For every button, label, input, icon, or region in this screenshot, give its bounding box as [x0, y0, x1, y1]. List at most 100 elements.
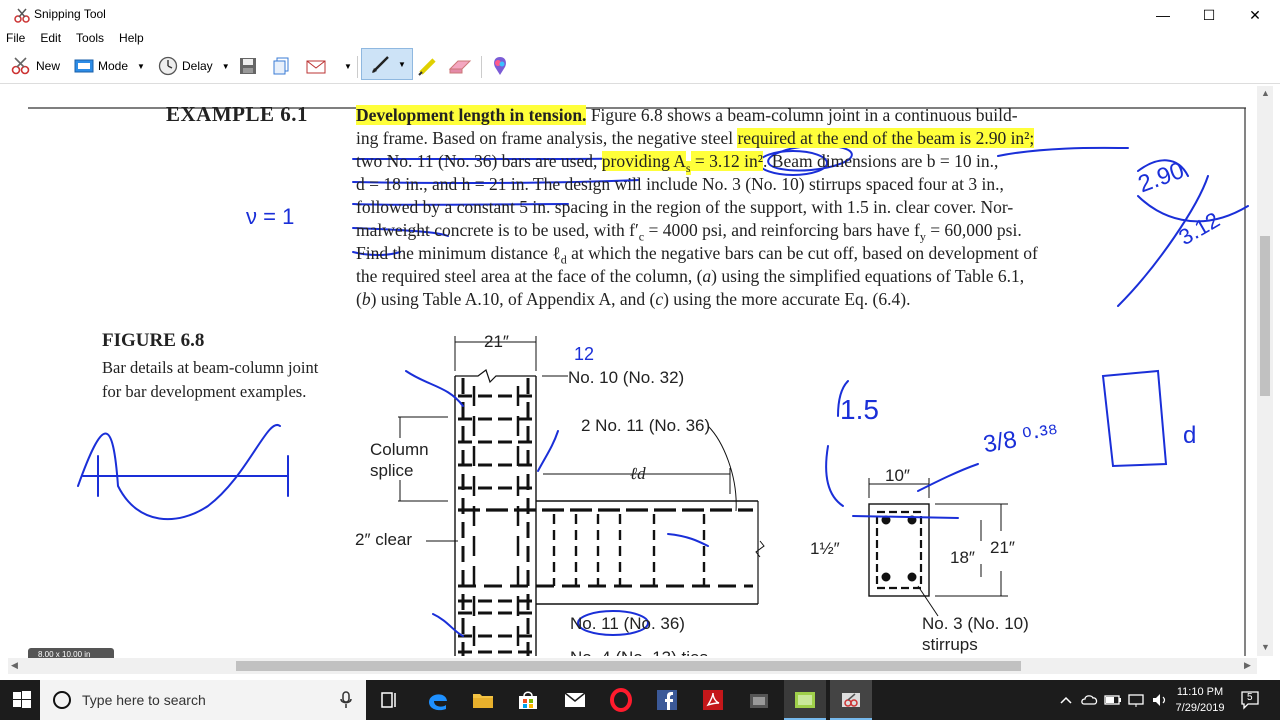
pen-icon [372, 56, 389, 73]
horizontal-scrollbar[interactable]: ◀ ▶ [8, 658, 1257, 674]
scroll-down-icon[interactable]: ▼ [1261, 642, 1270, 652]
clear-cover-label: 2″ clear [355, 530, 413, 549]
toolbar-divider [481, 56, 482, 78]
clock-icon [158, 56, 178, 76]
paragraph-line-2: ing frame. Based on frame analysis, the … [356, 127, 1126, 150]
highlighted-text: = 3.12 in² [690, 151, 764, 171]
chevron-down-icon: ▼ [398, 59, 406, 69]
text-run: Find the minimum distance ℓ [356, 243, 561, 263]
example-heading: Development length in tension. [356, 105, 587, 125]
mode-button[interactable]: Mode ▼ [74, 54, 145, 78]
task-view-icon[interactable] [378, 688, 402, 712]
highlighter-button[interactable] [417, 54, 439, 78]
opera-browser-icon[interactable] [609, 688, 633, 712]
stirrups-label: No. 3 (No. 10) stirrups [922, 614, 1029, 654]
text-run: followed by a constant 5 in. spacing in … [356, 197, 1014, 217]
store-icon[interactable] [516, 688, 540, 712]
copy-button[interactable] [272, 54, 290, 78]
total-depth-label: 21″ [990, 538, 1015, 557]
notification-count: 5 [1247, 692, 1253, 703]
snipping-tool-window: Snipping Tool — ☐ ✕ File Edit Tools Help… [0, 0, 1280, 680]
chevron-up-icon[interactable] [1058, 688, 1074, 712]
text-run: ) using the simplified equations of Tabl… [711, 266, 1025, 286]
delay-label: Delay [182, 59, 213, 73]
battery-icon[interactable] [1103, 688, 1123, 712]
menu-file[interactable]: File [6, 30, 25, 48]
send-snip-button[interactable]: ▼ [305, 54, 352, 78]
column-drawing [454, 369, 537, 656]
scroll-left-icon[interactable]: ◀ [11, 660, 18, 671]
text-run: = 60,000 psi. [925, 220, 1022, 240]
ld-label: ℓd [630, 464, 646, 483]
scroll-right-icon[interactable]: ▶ [1244, 660, 1251, 671]
close-button[interactable]: ✕ [1232, 0, 1278, 30]
microphone-icon[interactable] [340, 691, 352, 709]
column-width-label: 21″ [484, 332, 509, 351]
paragraph-line-9: (b) using Table A.10, of Appendix A, and… [356, 288, 1126, 311]
paragraph-line-1: Development length in tension. Figure 6.… [356, 104, 1126, 127]
windows-start-icon[interactable] [10, 688, 34, 712]
new-snip-button[interactable]: New [10, 54, 60, 78]
network-icon[interactable] [1126, 688, 1146, 712]
menu-bar: File Edit Tools Help [0, 30, 1280, 48]
maximize-button[interactable]: ☐ [1186, 0, 1232, 30]
minimize-button[interactable]: — [1140, 0, 1186, 30]
delay-button[interactable]: Delay ▼ [158, 54, 230, 78]
volume-icon[interactable] [1150, 688, 1170, 712]
top-bars-label: No. 10 (No. 32) [568, 368, 685, 387]
facebook-icon[interactable] [655, 688, 679, 712]
search-placeholder: Type here to search [82, 692, 206, 708]
snip-canvas[interactable]: EXAMPLE 6.1 Development length in tensio… [8, 86, 1256, 656]
pen-button[interactable]: ▼ [361, 48, 413, 80]
file-explorer-icon[interactable] [471, 688, 495, 712]
scissors-app-icon [14, 8, 30, 23]
edge-browser-icon[interactable] [426, 688, 450, 712]
taskbar-clock[interactable]: 11:10 PM 7/29/2019 [1170, 684, 1230, 716]
horizontal-scroll-thumb[interactable] [236, 661, 1021, 671]
window-title: Snipping Tool [34, 7, 106, 21]
figure-caption: Bar details at beam-column joint for bar… [102, 358, 319, 401]
media-app-icon[interactable] [747, 688, 771, 712]
windows-taskbar: Type here to search 11:10 PM 7/29/2019 5 [0, 680, 1280, 720]
toolbar-divider [357, 56, 358, 78]
spreadsheet-app-icon[interactable] [793, 688, 817, 712]
adobe-acrobat-icon[interactable] [701, 688, 725, 712]
cross-section-drawing [868, 478, 1008, 617]
vertical-scrollbar[interactable]: ▲ ▼ [1257, 86, 1273, 656]
text-run: malweight concrete is to be used, with f… [356, 220, 639, 240]
text-run: . Beam dimensions are b = 10 in., [763, 151, 999, 171]
ties-label: No. 4 (No. 13) ties [570, 648, 708, 656]
italic-text: a [702, 266, 712, 286]
eraser-icon [448, 60, 472, 74]
paragraph-line-3: two No. 11 (No. 36) bars are used, provi… [356, 150, 1126, 175]
paint3d-icon [494, 57, 506, 75]
snipping-tool-taskbar-icon[interactable] [839, 688, 863, 712]
save-icon [240, 58, 256, 74]
mail-icon[interactable] [563, 688, 587, 712]
highlighted-text: required at the end of the beam is 2.90 … [737, 128, 1035, 148]
beam-bars-label: 2 No. 11 (No. 36) [581, 416, 711, 435]
action-center-button[interactable]: 5 [1240, 690, 1262, 710]
taskbar-search-box[interactable]: Type here to search [40, 680, 366, 720]
text-run: ) using the more accurate Eq. (6.4). [663, 289, 911, 309]
clock-time: 11:10 PM [1176, 686, 1224, 698]
cloud-sync-icon[interactable] [1080, 688, 1100, 712]
paint3d-button[interactable] [490, 54, 510, 78]
menu-tools[interactable]: Tools [76, 30, 104, 48]
send-email-icon [306, 60, 326, 74]
handwritten-note: 1.5 [840, 394, 879, 425]
vertical-scroll-thumb[interactable] [1260, 236, 1270, 396]
text-run: = 4000 psi, and reinforcing bars have f [644, 220, 920, 240]
mode-label: Mode [98, 59, 129, 73]
eraser-button[interactable] [448, 54, 472, 78]
scroll-up-icon[interactable]: ▲ [1261, 88, 1270, 98]
handwritten-note: 12 [574, 344, 595, 364]
save-button[interactable] [239, 54, 257, 78]
paragraph-line-4: d = 18 in., and h = 21 in. The design wi… [356, 173, 1126, 196]
paragraph-line-5: followed by a constant 5 in. spacing in … [356, 196, 1126, 219]
section-width-label: 10″ [885, 466, 910, 485]
menu-help[interactable]: Help [119, 30, 144, 48]
search-circle-icon [53, 691, 71, 709]
text-run: two No. 11 (No. 36) bars are used, [356, 151, 602, 171]
menu-edit[interactable]: Edit [40, 30, 61, 48]
